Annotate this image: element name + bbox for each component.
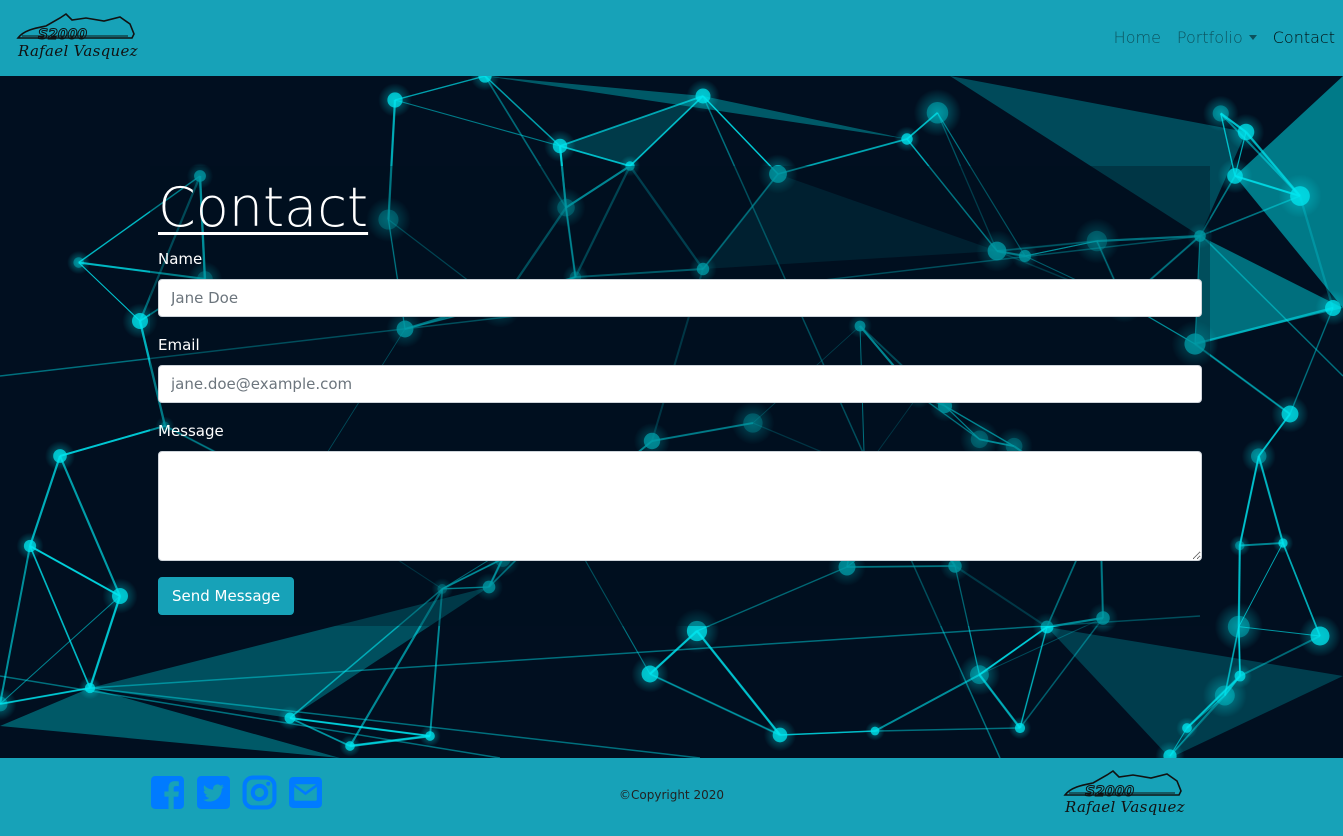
nav-contact[interactable]: Contact xyxy=(1265,26,1343,50)
svg-text:S2000: S2000 xyxy=(38,27,87,42)
svg-text:S2000: S2000 xyxy=(1085,784,1134,799)
navbar: S2000 Rafael Vasquez Home Portfolio Cont… xyxy=(0,0,1343,76)
brand-name: Rafael Vasquez xyxy=(18,42,138,60)
contact-section: Contact Name Email Message Send Message xyxy=(0,76,1343,758)
footer-brand-logo: S2000 Rafael Vasquez xyxy=(1063,769,1185,821)
name-input[interactable] xyxy=(158,279,1202,317)
car-logo-icon: S2000 xyxy=(16,12,135,42)
email-input[interactable] xyxy=(158,365,1202,403)
nav-portfolio-label: Portfolio xyxy=(1176,28,1243,47)
message-textarea[interactable] xyxy=(158,451,1202,561)
name-label: Name xyxy=(158,250,203,268)
message-label: Message xyxy=(158,422,224,440)
nav-portfolio-dropdown[interactable]: Portfolio xyxy=(1169,26,1265,50)
send-message-button[interactable]: Send Message xyxy=(158,577,295,615)
email-label: Email xyxy=(158,336,200,354)
car-logo-icon: S2000 xyxy=(1063,769,1182,799)
page-title: Contact xyxy=(158,176,369,239)
caret-down-icon xyxy=(1248,35,1257,40)
footer-brand-name: Rafael Vasquez xyxy=(1065,798,1185,816)
nav-home[interactable]: Home xyxy=(1106,26,1169,50)
nav-menu: Home Portfolio Contact xyxy=(1106,0,1343,76)
footer: ©Copyright 2020 S2000 Rafael Vasquez xyxy=(0,758,1343,836)
brand-logo[interactable]: S2000 Rafael Vasquez xyxy=(16,12,138,64)
